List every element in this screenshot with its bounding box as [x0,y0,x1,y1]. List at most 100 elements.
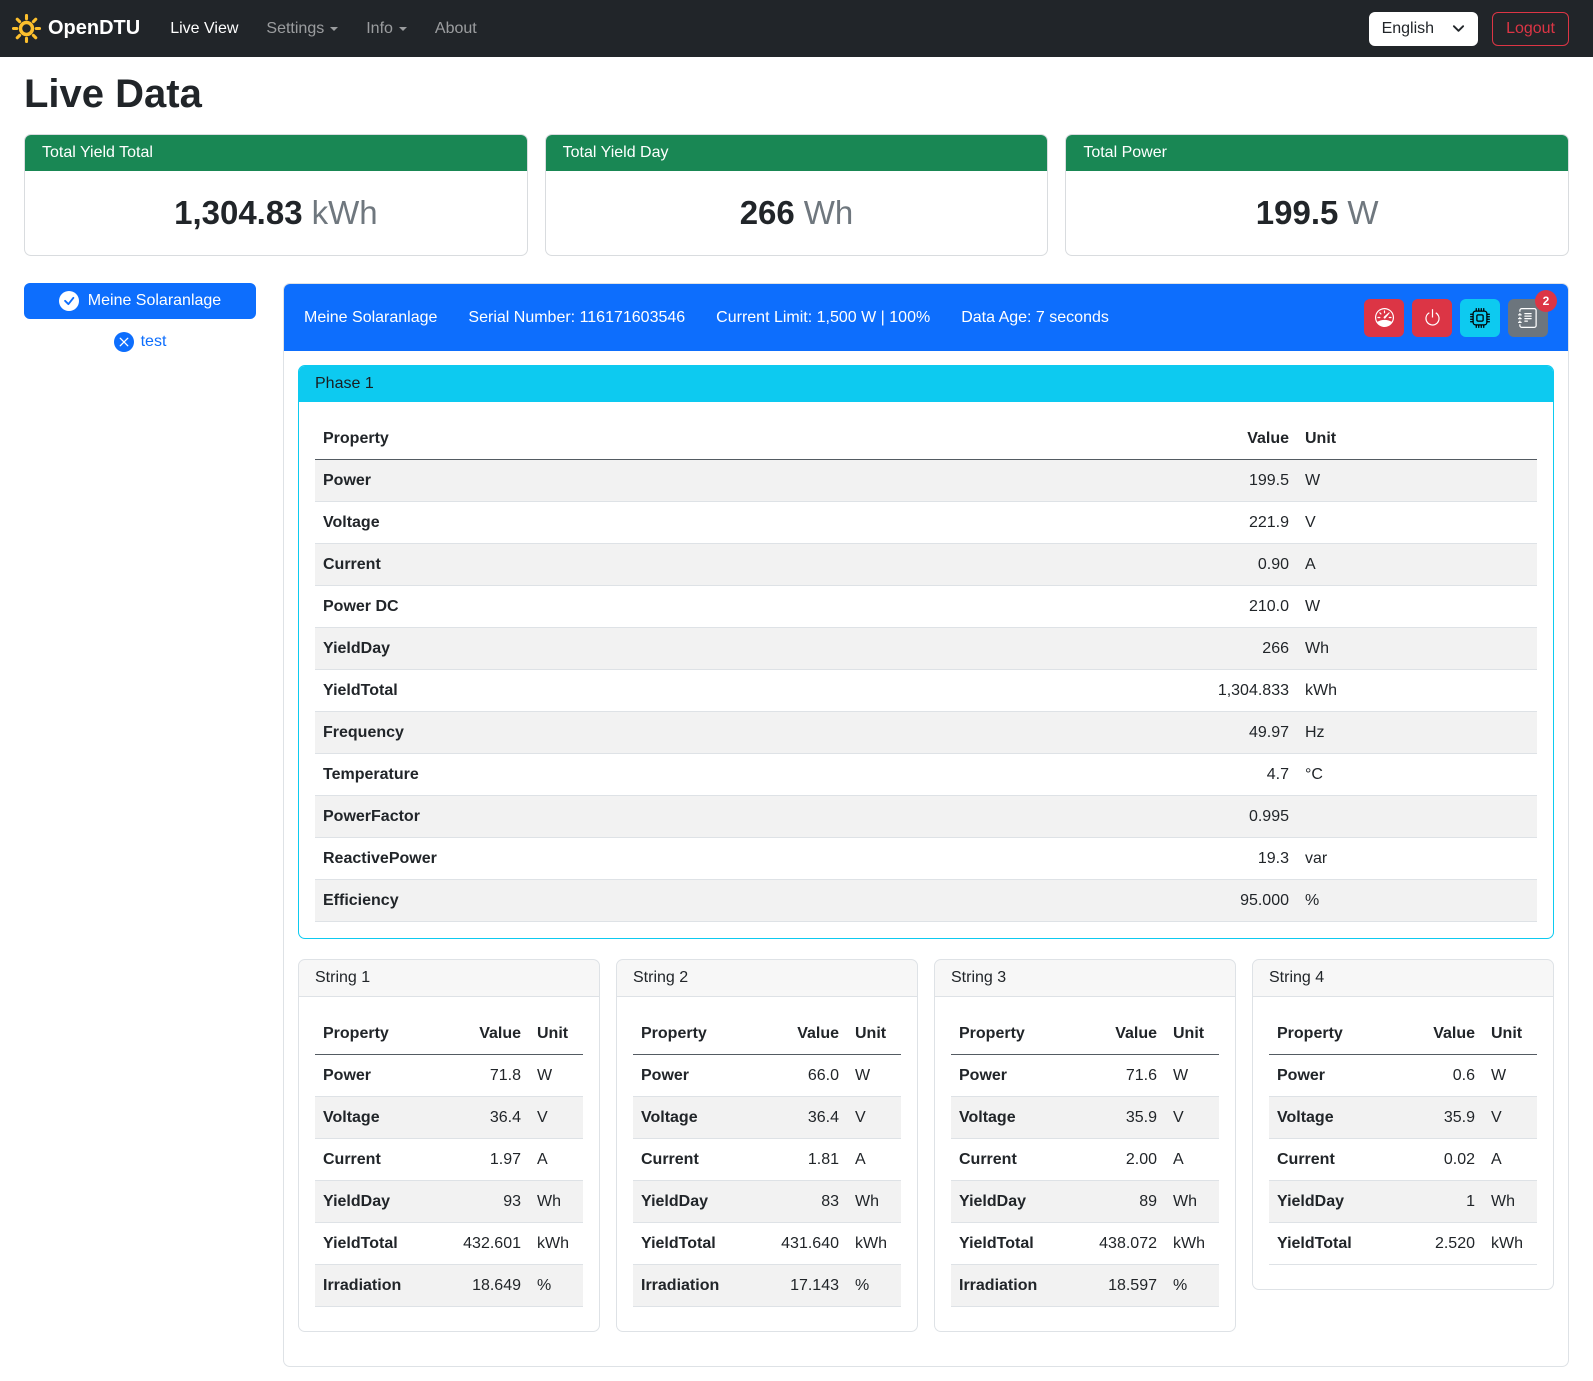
nav-item-about[interactable]: About [421,11,491,47]
string-card-title: String 2 [617,960,917,997]
value-cell: 71.6 [1069,1055,1165,1097]
nav-item-settings[interactable]: Settings [252,11,352,47]
brand-link[interactable]: OpenDTU [12,14,140,43]
unit-cell: % [847,1265,901,1307]
table-row: Power DC210.0W [315,586,1537,628]
value-cell: 89 [1069,1181,1165,1223]
unit-cell: V [1483,1097,1537,1139]
limit-settings-button[interactable] [1364,299,1404,337]
summary-card-title: Total Yield Day [546,135,1048,171]
summary-card-title: Total Power [1066,135,1568,171]
summary-card-unit: Wh [804,194,854,231]
unit-cell: W [847,1055,901,1097]
nav-links: Live View Settings Info About [156,11,491,47]
unit-cell: W [1297,586,1537,628]
column-header-property: Property [1269,1013,1387,1055]
inverter-header-info: Meine Solaranlage Serial Number: 1161716… [304,309,1109,327]
string-card: String 3 Property Value Unit Power71.6WV… [934,959,1236,1332]
column-header-property: Property [633,1013,751,1055]
language-select-value: English [1382,20,1434,38]
navbar: OpenDTU Live View Settings Info About En… [0,0,1593,57]
unit-cell: A [529,1139,583,1181]
table-row: Voltage35.9V [1269,1097,1537,1139]
summary-card-total-power: Total Power 199.5W [1065,134,1569,256]
unit-cell: Wh [1297,628,1537,670]
summary-card-total-yield-day: Total Yield Day 266Wh [545,134,1049,256]
logout-button[interactable]: Logout [1492,12,1569,46]
table-header-row: Property Value Unit [633,1013,901,1055]
summary-card-title: Total Yield Total [25,135,527,171]
unit-cell: kWh [529,1223,583,1265]
unit-cell: A [1297,544,1537,586]
value-cell: 18.597 [1069,1265,1165,1307]
table-row: YieldDay89Wh [951,1181,1219,1223]
inverter-select-button[interactable]: Meine Solaranlage [24,283,256,319]
string-card: String 4 Property Value Unit Power0.6WVo… [1252,959,1554,1290]
unit-cell: kWh [1165,1223,1219,1265]
value-cell: 1,304.833 [1147,670,1297,712]
value-cell: 221.9 [1147,502,1297,544]
property-cell: PowerFactor [315,796,1147,838]
property-cell: Current [633,1139,751,1181]
string-table-body: Power71.8WVoltage36.4VCurrent1.97AYieldD… [315,1055,583,1307]
property-cell: YieldTotal [1269,1223,1387,1265]
strings-grid: String 1 Property Value Unit Power71.8WV… [298,959,1554,1332]
value-cell: 432.601 [433,1223,529,1265]
language-select[interactable]: English [1369,12,1478,46]
unit-cell: Wh [529,1181,583,1223]
nav-item-label: Settings [266,20,324,37]
property-cell: Voltage [1269,1097,1387,1139]
summary-card-value: 266 [740,194,795,231]
property-cell: Efficiency [315,880,1147,922]
table-row: YieldTotal438.072kWh [951,1223,1219,1265]
speedometer-icon [1375,308,1394,327]
property-cell: Voltage [315,1097,433,1139]
table-row: Efficiency95.000% [315,880,1537,922]
brand-label: OpenDTU [48,17,140,40]
property-cell: YieldTotal [315,1223,433,1265]
inverter-sidebar: Meine Solaranlage test [24,283,256,352]
property-cell: Irradiation [633,1265,751,1307]
power-button[interactable] [1412,299,1452,337]
table-row: Current1.97A [315,1139,583,1181]
column-header-unit: Unit [1297,418,1537,460]
property-cell: YieldTotal [633,1223,751,1265]
inverter-secondary-link[interactable]: test [24,332,256,352]
table-row: Voltage221.9V [315,502,1537,544]
table-row: Current1.81A [633,1139,901,1181]
property-cell: Power [951,1055,1069,1097]
unit-cell: W [529,1055,583,1097]
property-cell: YieldDay [1269,1181,1387,1223]
device-info-button[interactable] [1460,299,1500,337]
unit-cell: A [1483,1139,1537,1181]
table-row: YieldDay93Wh [315,1181,583,1223]
value-cell: 35.9 [1387,1097,1483,1139]
property-cell: YieldDay [315,628,1147,670]
property-cell: YieldDay [951,1181,1069,1223]
event-log-button[interactable]: 2 [1508,299,1548,337]
column-header-property: Property [951,1013,1069,1055]
value-cell: 1 [1387,1181,1483,1223]
summary-card-unit: W [1347,194,1378,231]
inverter-card-header: Meine Solaranlage Serial Number: 1161716… [284,284,1568,351]
table-header-row: Property Value Unit [315,1013,583,1055]
column-header-property: Property [315,418,1147,460]
table-row: PowerFactor0.995 [315,796,1537,838]
property-cell: YieldDay [633,1181,751,1223]
table-row: Power71.6W [951,1055,1219,1097]
inverter-serial: Serial Number: 116171603546 [468,309,685,327]
property-cell: Voltage [951,1097,1069,1139]
chevron-down-icon [399,27,407,31]
summary-card-value: 1,304.83 [174,194,302,231]
unit-cell: V [1165,1097,1219,1139]
value-cell: 19.3 [1147,838,1297,880]
table-row: Voltage36.4V [633,1097,901,1139]
property-cell: Current [315,544,1147,586]
table-row: YieldTotal431.640kWh [633,1223,901,1265]
property-cell: Power [633,1055,751,1097]
table-row: Power199.5W [315,460,1537,502]
table-row: Irradiation17.143% [633,1265,901,1307]
nav-item-live-view[interactable]: Live View [156,11,252,47]
nav-item-info[interactable]: Info [352,11,421,47]
property-cell: Current [315,1139,433,1181]
